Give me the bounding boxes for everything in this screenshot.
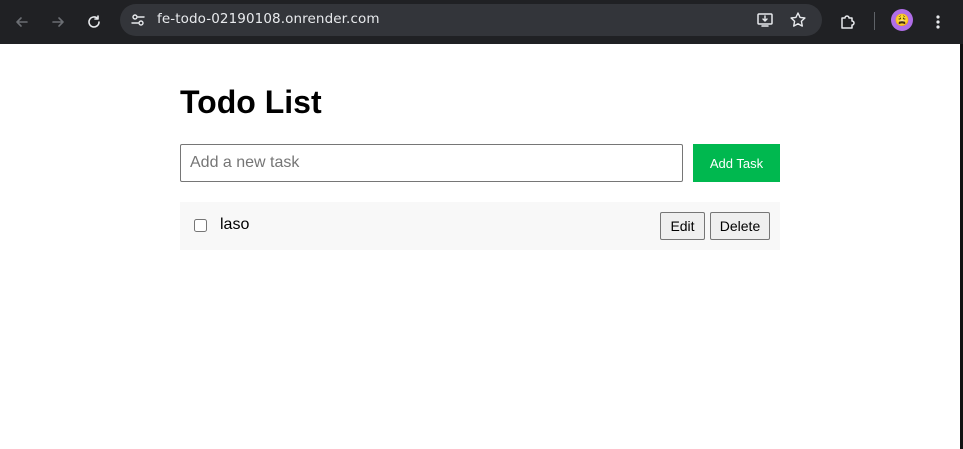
profile-emoji: 😩: [894, 13, 910, 27]
install-app-button[interactable]: [755, 10, 775, 30]
todo-text: laso: [220, 216, 250, 233]
reload-button[interactable]: [80, 8, 108, 36]
site-info-button[interactable]: [126, 8, 150, 32]
star-icon: [790, 12, 806, 27]
tune-icon: [131, 14, 145, 26]
toolbar-divider: [874, 12, 875, 30]
add-task-button[interactable]: Add Task: [693, 144, 780, 182]
install-app-icon: [757, 13, 773, 27]
bookmark-button[interactable]: [788, 10, 808, 30]
kebab-menu-icon: [936, 15, 940, 29]
browser-menu-button[interactable]: [925, 9, 951, 35]
arrow-left-icon: [16, 17, 28, 27]
back-button[interactable]: [8, 8, 36, 36]
browser-toolbar: fe-todo-02190108.onrender.com 😩: [0, 0, 963, 44]
todo-item: laso Edit Delete: [180, 202, 780, 250]
edit-button[interactable]: Edit: [660, 212, 705, 240]
address-bar[interactable]: fe-todo-02190108.onrender.com: [120, 4, 822, 36]
puzzle-icon: [841, 15, 855, 29]
avatar[interactable]: 😩: [891, 9, 913, 31]
delete-button[interactable]: Delete: [710, 212, 770, 240]
new-task-input[interactable]: [180, 144, 683, 182]
forward-button[interactable]: [44, 8, 72, 36]
page-title: Todo List: [180, 84, 322, 120]
extensions-button[interactable]: [835, 9, 861, 35]
todo-complete-checkbox[interactable]: [194, 219, 207, 232]
reload-icon: [88, 15, 100, 28]
arrow-right-icon: [52, 17, 64, 27]
url-text[interactable]: fe-todo-02190108.onrender.com: [157, 11, 380, 27]
